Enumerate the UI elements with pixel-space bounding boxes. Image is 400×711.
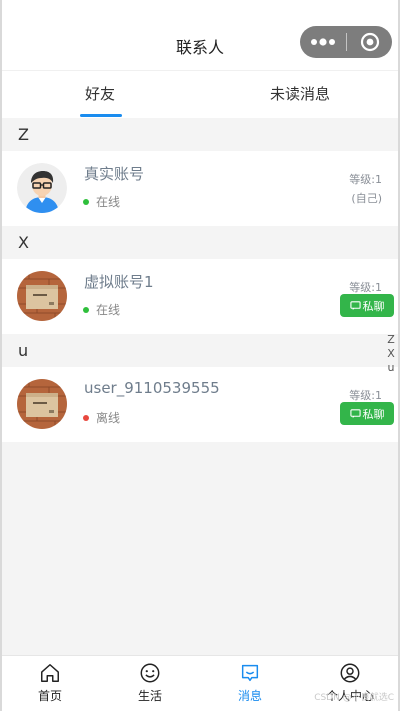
status-text: 离线: [96, 411, 121, 425]
private-chat-label: 私聊: [362, 407, 385, 421]
tab-active-indicator: [80, 114, 122, 117]
self-note: (自己): [351, 192, 382, 205]
cartoon-man-avatar: [17, 163, 67, 213]
status-text: 在线: [96, 303, 121, 317]
offline-dot-icon: [83, 414, 89, 421]
level-label: 等级:1: [349, 389, 382, 402]
contact-status: 在线: [83, 193, 120, 210]
tab-friends[interactable]: 好友: [0, 71, 200, 119]
section-header-u: u: [0, 334, 400, 367]
tabbar-label: 消息: [237, 689, 262, 703]
section-header-x: X: [0, 226, 400, 259]
smile-icon: [140, 663, 160, 683]
tabbar-life[interactable]: 生活: [100, 656, 200, 711]
box-avatar: [17, 271, 67, 321]
tab-unread-messages[interactable]: 未读消息: [200, 71, 400, 119]
tabbar-home[interactable]: 首页: [0, 656, 100, 711]
online-dot-icon: [83, 306, 89, 313]
nav-bar: 联系人: [0, 0, 400, 70]
index-letter[interactable]: Z: [387, 333, 395, 347]
tab-bar-top: 好友 未读消息: [0, 70, 400, 118]
section-header-z: Z: [0, 118, 400, 151]
level-label: 等级:1: [349, 173, 382, 186]
contact-status: 离线: [83, 409, 120, 426]
chat-icon: [349, 409, 361, 419]
target-icon[interactable]: [347, 26, 392, 58]
status-text: 在线: [96, 195, 121, 209]
chat-icon: [349, 301, 361, 311]
level-label: 等级:1: [349, 281, 382, 294]
private-chat-button[interactable]: 私聊: [340, 402, 394, 425]
more-icon[interactable]: [300, 26, 346, 58]
contact-name: 虚拟账号1: [84, 273, 154, 291]
tabbar-label: 生活: [137, 689, 162, 703]
online-dot-icon: [83, 198, 89, 205]
index-letter[interactable]: X: [387, 347, 395, 361]
box-avatar: [17, 379, 67, 429]
contact-row[interactable]: user_9110539555 离线 等级:1 私聊: [0, 367, 400, 442]
private-chat-button[interactable]: 私聊: [340, 294, 394, 317]
alphabet-index-bar: Z X u: [386, 333, 396, 375]
message-icon: [241, 664, 259, 682]
contact-row[interactable]: 虚拟账号1 在线 等级:1 私聊: [0, 259, 400, 334]
tabbar-messages[interactable]: 消息: [200, 656, 300, 711]
index-letter[interactable]: u: [388, 361, 395, 375]
user-icon: [340, 663, 360, 683]
mini-program-capsule: [300, 26, 392, 58]
contact-name: 真实账号: [84, 165, 145, 183]
contact-status: 在线: [83, 301, 120, 318]
private-chat-label: 私聊: [362, 299, 385, 313]
home-icon: [41, 664, 59, 682]
watermark: CSDN @不良就选C: [314, 693, 394, 703]
contact-row[interactable]: 真实账号 在线 等级:1 (自己): [0, 151, 400, 226]
tabbar-label: 首页: [37, 689, 62, 703]
contact-name: user_9110539555: [84, 379, 220, 397]
